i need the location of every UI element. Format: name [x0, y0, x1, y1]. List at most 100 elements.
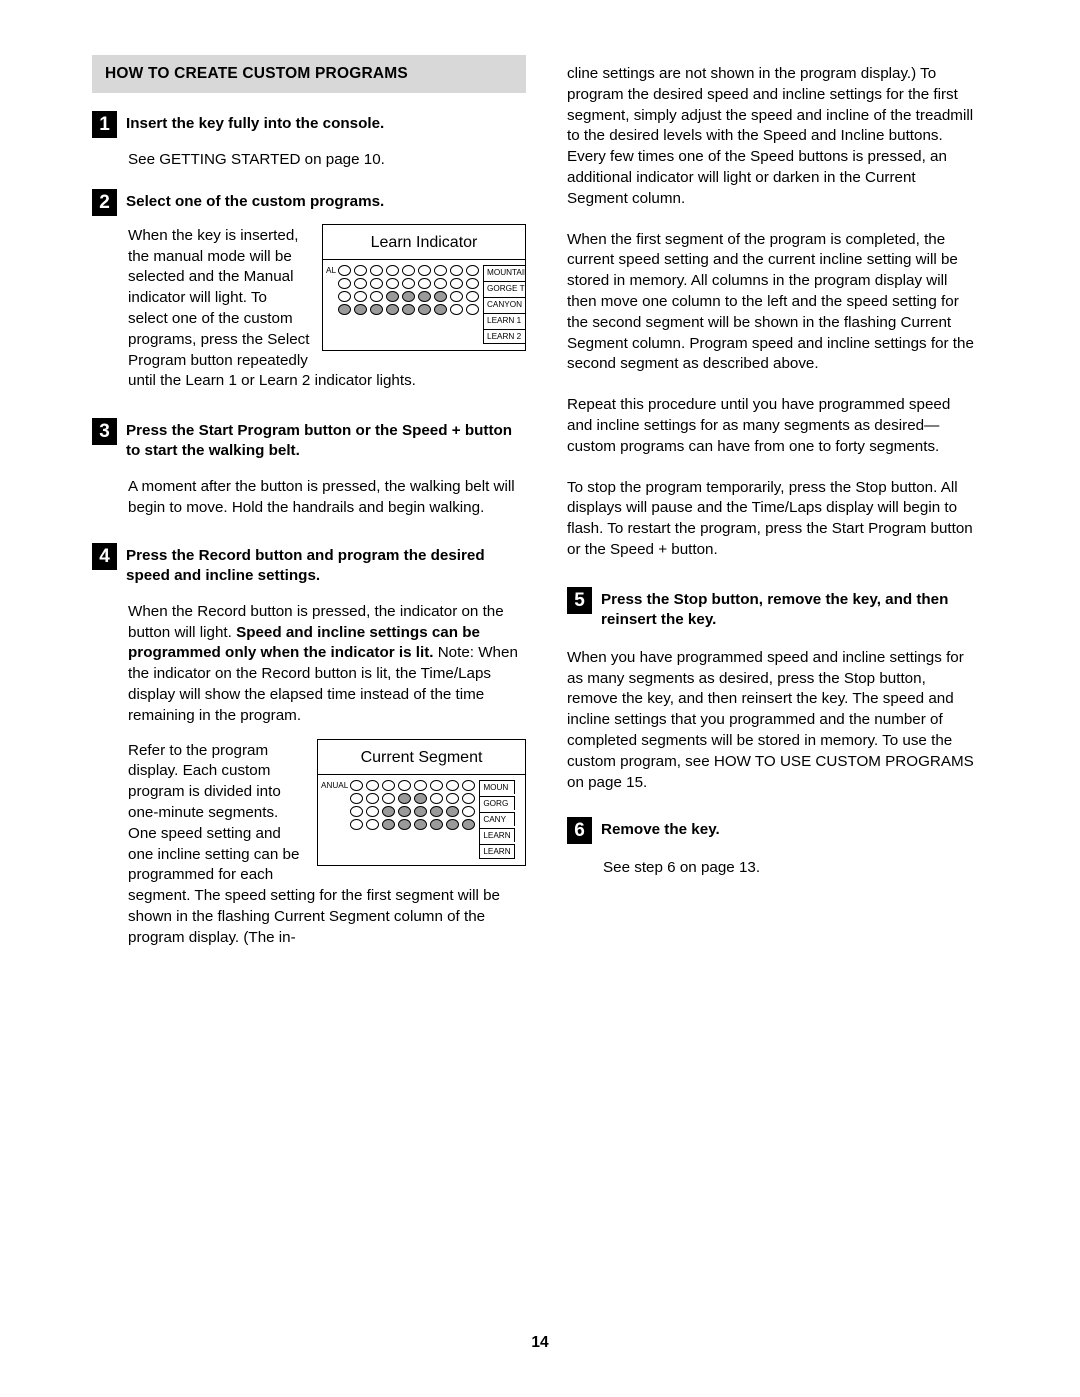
step-5-heading: Press the Stop button, remove the key, a…: [601, 590, 949, 628]
section-title: HOW TO CREATE CUSTOM PROGRAMS: [92, 55, 526, 93]
led: [450, 303, 464, 315]
led: [466, 290, 480, 302]
led: [450, 264, 464, 276]
learn-indicator-left-label: AL: [326, 265, 337, 275]
right-paragraph-3: Repeat this procedure until you have pro…: [567, 396, 951, 455]
right-label-canyon: CANY: [480, 811, 515, 826]
led: [430, 805, 444, 817]
led: [354, 290, 368, 302]
led: [370, 303, 384, 315]
right-column: cline settings are not shown in the prog…: [567, 55, 978, 879]
right-paragraph-2: When the first segment of the program is…: [567, 230, 974, 373]
led: [414, 805, 428, 817]
led: [434, 264, 448, 276]
step-6-body: See step 6 on page 13.: [603, 859, 761, 877]
led: [398, 779, 412, 791]
led: [434, 303, 448, 315]
step-1-number: 1: [92, 111, 117, 138]
led-row: [350, 792, 476, 804]
step-3-number: 3: [92, 418, 117, 446]
learn-indicator-right-labels: MOUNTAIN GORGE TR CANYON R LEARN 1 LEARN…: [483, 264, 526, 344]
step-4-number: 4: [92, 542, 117, 570]
led: [354, 264, 368, 276]
led: [382, 805, 396, 817]
led: [370, 264, 384, 276]
current-segment-grid: ANUAL MOUN GORG CANY LEARN LEARN: [318, 773, 525, 865]
led: [382, 779, 396, 791]
current-segment-figure: Current Segment ANUAL MOUN GORG CANY LEA…: [317, 738, 526, 866]
led: [446, 805, 460, 817]
learn-indicator-caption: Learn Indicator: [370, 233, 478, 251]
led: [386, 264, 400, 276]
led: [418, 303, 432, 315]
led-row: [338, 277, 480, 289]
led: [430, 818, 444, 830]
led: [414, 779, 428, 791]
led: [446, 792, 460, 804]
led: [414, 818, 428, 830]
led: [386, 290, 400, 302]
step-2-heading: Select one of the custom programs.: [126, 192, 385, 210]
led: [462, 792, 476, 804]
step-5-number: 5: [567, 586, 592, 614]
step-6-heading: Remove the key.: [601, 821, 720, 839]
led-row: [338, 303, 480, 315]
step-2-number: 2: [92, 188, 117, 216]
led-row: [350, 805, 476, 817]
right-label-mountain: MOUNTAIN: [484, 264, 526, 279]
led: [402, 264, 416, 276]
step-5-body: When you have programmed speed and incli…: [567, 648, 974, 791]
led: [354, 277, 368, 289]
two-column-layout: HOW TO CREATE CUSTOM PROGRAMS 1 Insert t…: [92, 55, 995, 949]
led: [430, 792, 444, 804]
step-4: 4 Press the Record button and program th…: [92, 542, 526, 586]
manual-page: HOW TO CREATE CUSTOM PROGRAMS 1 Insert t…: [0, 0, 1080, 1397]
right-label-mountain: MOUN: [480, 779, 515, 794]
led: [450, 290, 464, 302]
step-2: 2 Select one of the custom programs.: [92, 188, 526, 216]
right-paragraph-4: To stop the program temporarily, press t…: [567, 478, 973, 558]
led: [366, 792, 380, 804]
led: [366, 818, 380, 830]
led: [430, 779, 444, 791]
led: [350, 805, 364, 817]
led: [386, 303, 400, 315]
right-label-canyon: CANYON R: [484, 296, 526, 311]
led: [414, 792, 428, 804]
right-paragraph-1: cline settings are not shown in the prog…: [567, 65, 974, 207]
led: [418, 290, 432, 302]
led: [398, 805, 412, 817]
current-segment-right-labels: MOUN GORG CANY LEARN LEARN: [479, 779, 515, 859]
step-4-figure-wrap: Current Segment ANUAL MOUN GORG CANY LEA…: [92, 731, 526, 949]
led: [450, 277, 464, 289]
learn-indicator-figure: Learn Indicator AL MOUNTAIN GORGE T CANY…: [322, 223, 526, 351]
led: [398, 792, 412, 804]
led: [338, 290, 352, 302]
step-6-number: 6: [567, 817, 592, 845]
current-segment-led-area: [350, 779, 476, 859]
step-4-heading: Press the Record button and program the …: [126, 546, 485, 584]
led-row: [350, 818, 476, 830]
led: [366, 805, 380, 817]
led: [402, 290, 416, 302]
led: [418, 277, 432, 289]
current-segment-left-label: ANUAL: [321, 780, 349, 790]
led: [446, 818, 460, 830]
led: [382, 818, 396, 830]
step-2-figure-wrap: Learn Indicator AL MOUNTAIN GORGE T CANY…: [92, 216, 526, 392]
step-3-heading: Press the Start Program button or the Sp…: [126, 422, 513, 460]
led: [338, 303, 352, 315]
right-label-gorge: GORG: [480, 795, 515, 810]
led-row: [338, 264, 480, 276]
led: [354, 303, 368, 315]
page-number: 14: [531, 1334, 549, 1351]
right-label-learn-2: LEARN: [480, 843, 515, 859]
led: [386, 277, 400, 289]
step-1: 1 Insert the key fully into the console.: [92, 111, 526, 138]
led: [382, 792, 396, 804]
step-1-body: See GETTING STARTED on page 10.: [128, 151, 385, 168]
current-segment-caption: Current Segment: [360, 748, 483, 766]
left-column: HOW TO CREATE CUSTOM PROGRAMS 1 Insert t…: [92, 55, 526, 949]
learn-indicator-led-area: [338, 264, 480, 344]
led: [462, 818, 476, 830]
